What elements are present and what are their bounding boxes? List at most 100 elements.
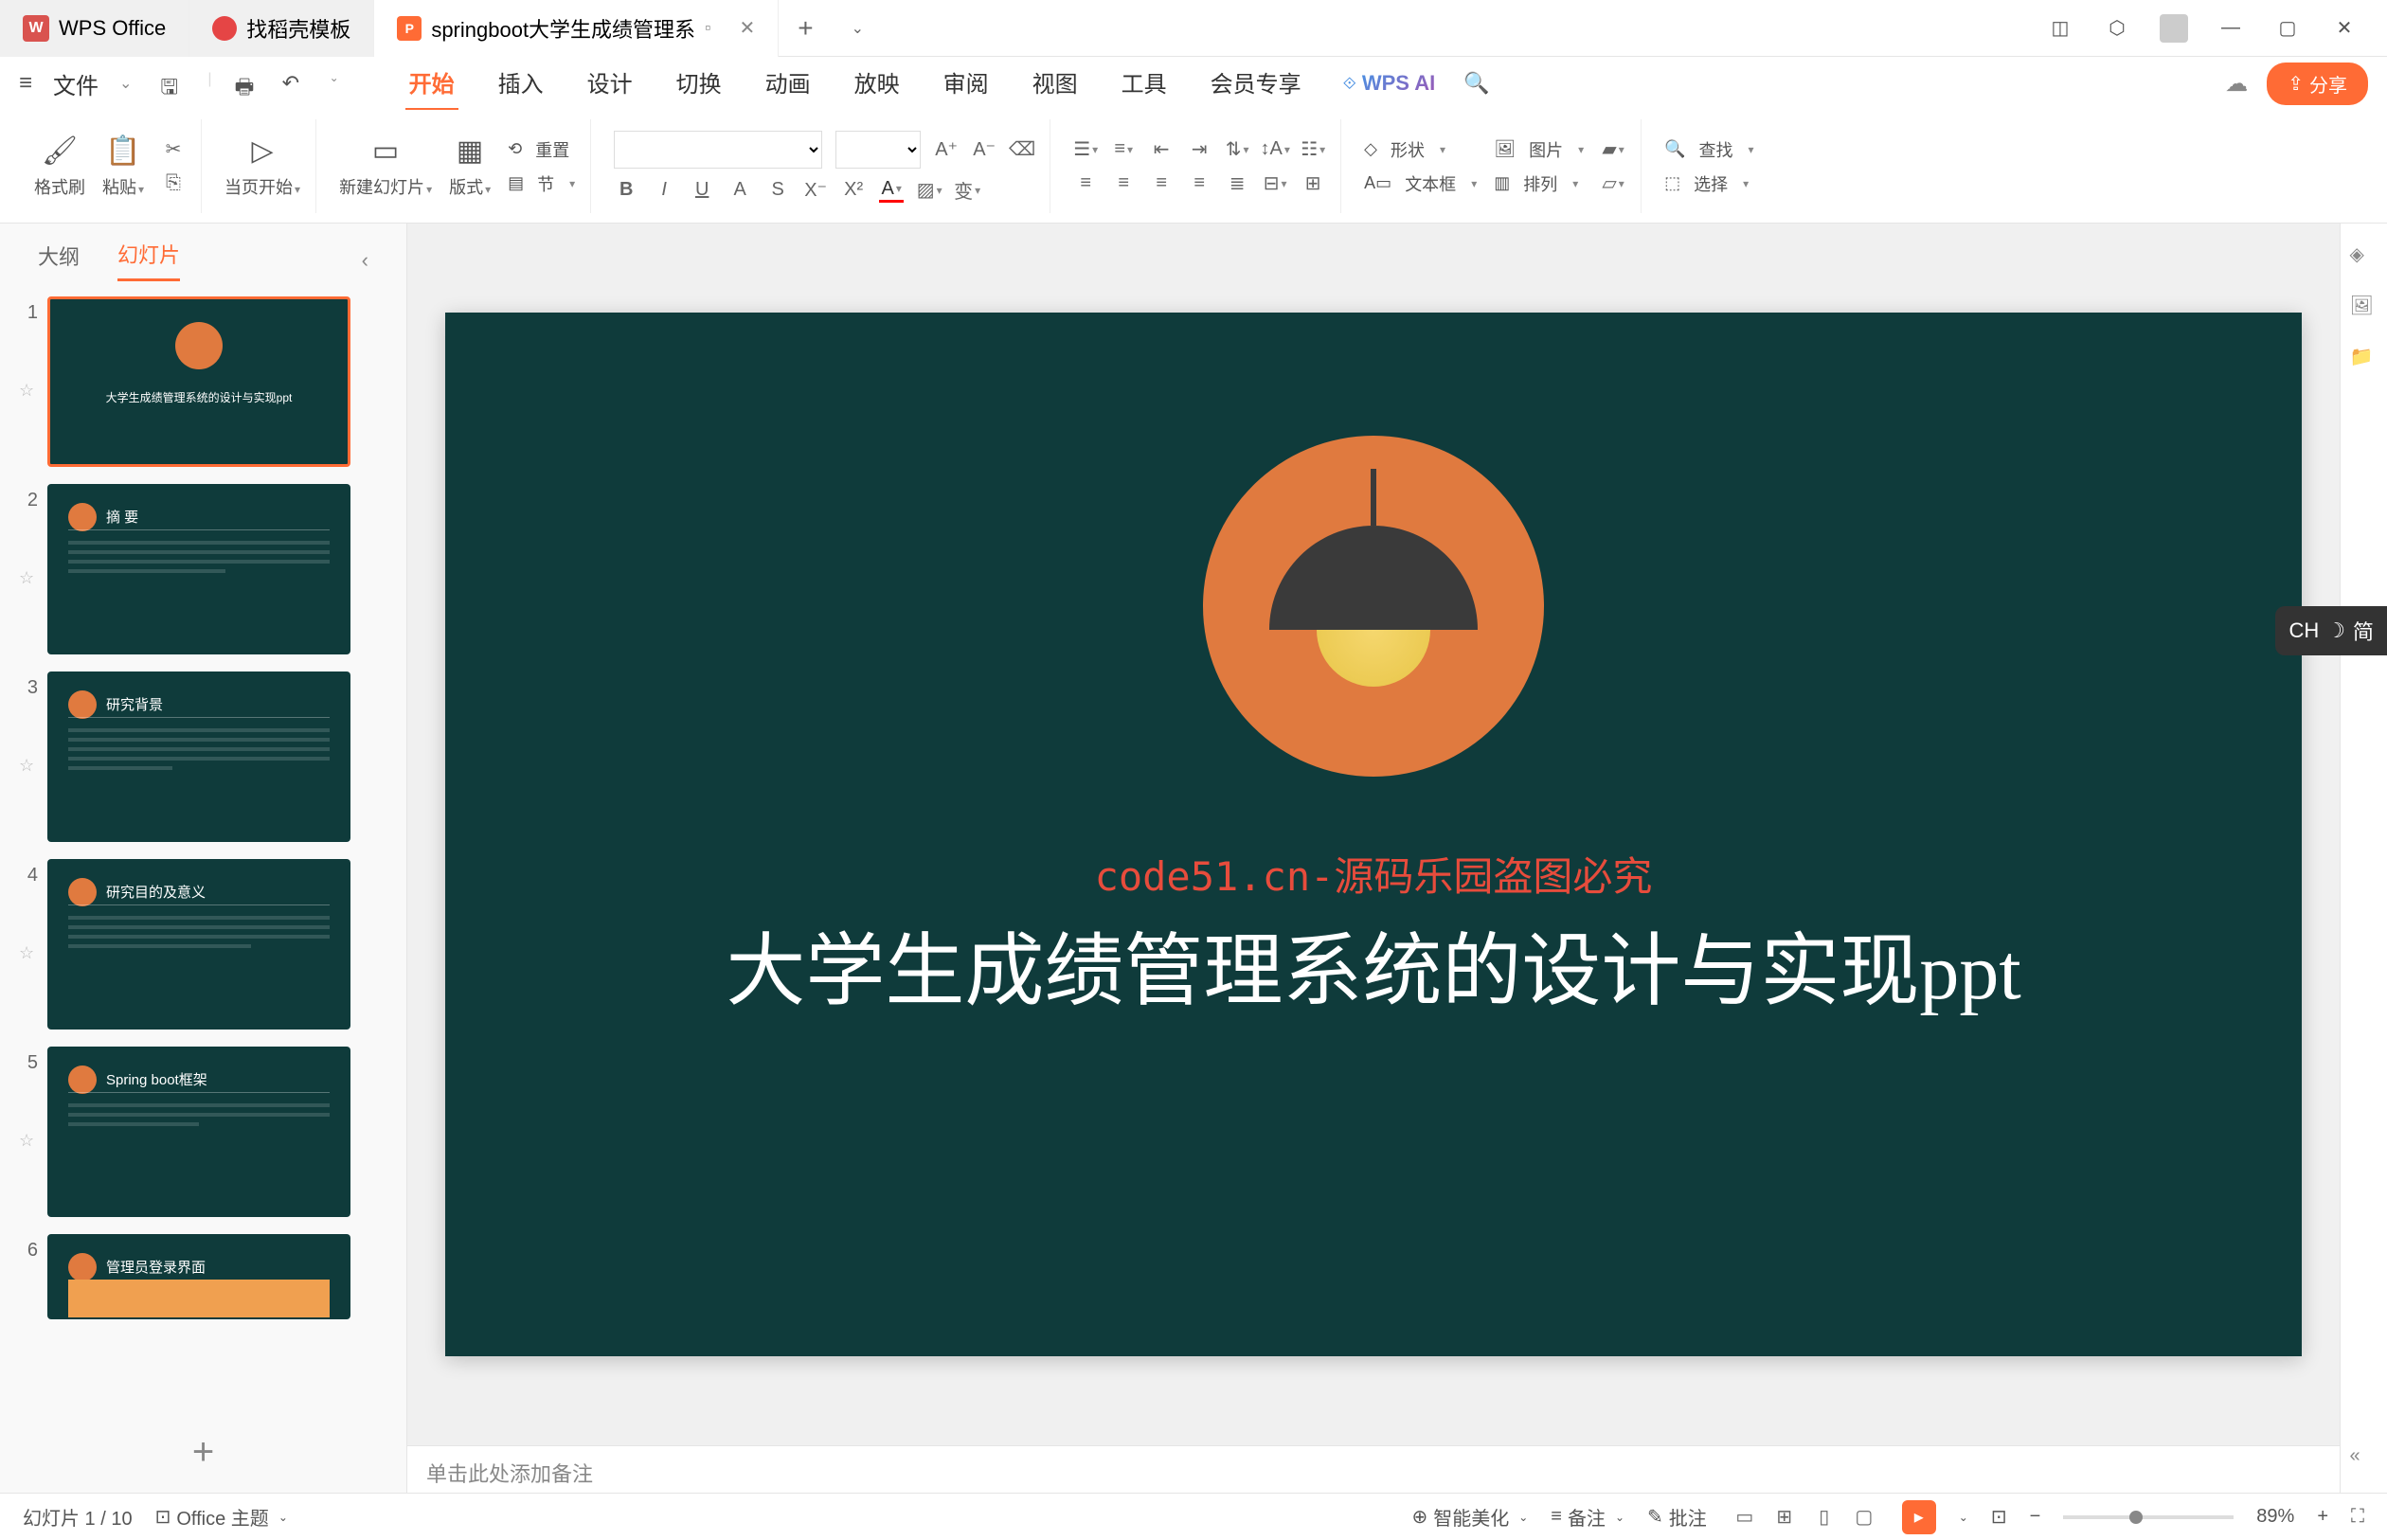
font-color-icon[interactable]: A — [879, 178, 904, 203]
tab-start[interactable]: 开始 — [405, 56, 458, 111]
reading-view-icon[interactable]: ▯ — [1809, 1502, 1840, 1532]
slide-canvas[interactable]: code51.cn-源码乐园盗图必究 大学生成绩管理系统的设计与实现ppt — [407, 224, 2340, 1445]
select-button[interactable]: ⬚选择 — [1664, 171, 1753, 196]
close-window-button[interactable]: ✕ — [2330, 14, 2359, 43]
textbox-button[interactable]: A▭文本框 — [1364, 171, 1477, 196]
print-icon[interactable]: 🖶 — [235, 71, 260, 96]
strike-icon[interactable]: S — [765, 178, 790, 203]
font-family-select[interactable] — [614, 131, 822, 169]
decrease-font-icon[interactable]: A⁻ — [972, 137, 996, 162]
superscript-icon[interactable]: X⁻ — [803, 178, 828, 203]
star-icon[interactable]: ☆ — [19, 568, 38, 588]
thumbnail-slide-4[interactable]: 研究目的及意义 — [47, 859, 350, 1030]
tab-animation[interactable]: 动画 — [762, 56, 815, 111]
increase-font-icon[interactable]: A⁺ — [934, 137, 959, 162]
star-icon[interactable]: ☆ — [19, 943, 38, 963]
reset-button[interactable]: ⟲重置 — [508, 137, 575, 162]
slide-title-text[interactable]: 大学生成绩管理系统的设计与实现ppt — [445, 907, 2302, 1022]
fit-screen-icon[interactable]: ⛶ — [2351, 1506, 2364, 1528]
expand-tool-icon[interactable]: « — [2350, 1445, 2378, 1474]
outline-tab[interactable]: 大纲 — [38, 241, 80, 280]
clear-format-icon[interactable]: ⌫ — [1010, 137, 1034, 162]
zoom-out-button[interactable]: − — [2030, 1506, 2041, 1528]
zoom-in-button[interactable]: + — [2317, 1506, 2328, 1528]
multiwin-icon[interactable]: ◫ — [2046, 14, 2074, 43]
star-icon[interactable]: ☆ — [19, 381, 38, 401]
tab-review[interactable]: 审阅 — [940, 56, 993, 111]
increase-indent-icon[interactable]: ⇥ — [1187, 137, 1211, 162]
theme-button[interactable]: ⊡Office 主题⌄ — [155, 1503, 288, 1531]
star-icon[interactable]: ☆ — [19, 1131, 38, 1151]
shape-fill-icon[interactable]: ▰ — [1601, 137, 1625, 162]
share-button[interactable]: ⇪ 分享 — [2267, 63, 2368, 105]
find-button[interactable]: 🔍查找 — [1664, 137, 1753, 162]
current-slide[interactable]: code51.cn-源码乐园盗图必究 大学生成绩管理系统的设计与实现ppt — [445, 313, 2302, 1357]
paste-button[interactable]: 📋 粘贴 — [102, 134, 144, 199]
diamond-tool-icon[interactable]: ◈ — [2350, 242, 2378, 271]
decrease-indent-icon[interactable]: ⇤ — [1149, 137, 1174, 162]
add-tab-button[interactable]: + — [779, 13, 832, 44]
add-slide-button[interactable]: + — [0, 1412, 406, 1493]
slideshow-play-button[interactable]: ▸ — [1902, 1500, 1936, 1534]
tab-tools[interactable]: 工具 — [1118, 56, 1171, 111]
format-brush-button[interactable]: 🖌 格式刷 — [34, 134, 85, 199]
line-spacing-icon[interactable]: ⇅ — [1225, 137, 1249, 162]
underline-icon[interactable]: U — [690, 178, 714, 203]
tab-insert[interactable]: 插入 — [494, 56, 547, 111]
align-right-icon[interactable]: ≡ — [1149, 171, 1174, 196]
beautify-button[interactable]: ⊕智能美化⌄ — [1411, 1503, 1528, 1531]
notes-toggle[interactable]: ≡备注⌄ — [1551, 1503, 1624, 1531]
thumbnail-slide-1[interactable]: 大学生成绩管理系统的设计与实现ppt — [47, 296, 350, 467]
file-menu[interactable]: 文件 — [42, 67, 110, 100]
copy-icon[interactable]: ⎘ — [161, 171, 186, 196]
justify-icon[interactable]: ≡ — [1187, 171, 1211, 196]
normal-view-icon[interactable]: ▭ — [1730, 1502, 1760, 1532]
align-center-icon[interactable]: ≡ — [1111, 171, 1136, 196]
tab-design[interactable]: 设计 — [583, 56, 637, 111]
align-left-icon[interactable]: ≡ — [1073, 171, 1098, 196]
convert-smartart-icon[interactable]: ⊞ — [1301, 171, 1325, 196]
distribute-icon[interactable]: ≣ — [1225, 171, 1249, 196]
tab-view[interactable]: 视图 — [1029, 56, 1082, 111]
subscript-icon[interactable]: X² — [841, 178, 866, 203]
tab-wps-office[interactable]: W WPS Office — [0, 0, 189, 57]
tab-slideshow[interactable]: 放映 — [851, 56, 904, 111]
picture-button[interactable]: 🖼图片 — [1494, 137, 1584, 162]
cut-icon[interactable]: ✂ — [161, 137, 186, 162]
shape-outline-icon[interactable]: ▱ — [1601, 171, 1625, 196]
layout-button[interactable]: ▦ 版式 — [449, 134, 491, 199]
arrange-button[interactable]: ▥排列 — [1494, 171, 1584, 196]
tab-transition[interactable]: 切换 — [673, 56, 726, 111]
avatar-icon[interactable] — [2160, 14, 2188, 43]
numbering-icon[interactable]: ≡ — [1111, 137, 1136, 162]
change-case-icon[interactable]: 变 — [955, 178, 979, 203]
tab-document[interactable]: P springboot大学生成绩管理系 ▫ ✕ — [374, 0, 779, 57]
zoom-level[interactable]: 89% — [2256, 1506, 2294, 1528]
close-tab-icon[interactable]: ✕ — [739, 16, 755, 40]
star-icon[interactable]: ☆ — [19, 756, 38, 776]
align-vertical-icon[interactable]: ⊟ — [1263, 171, 1287, 196]
comments-toggle[interactable]: ✎批注 — [1647, 1503, 1707, 1531]
notes-input[interactable]: 单击此处添加备注 — [407, 1445, 2340, 1493]
wps-ai-button[interactable]: ⟐ WPS AI — [1343, 71, 1436, 96]
font-size-select[interactable] — [835, 131, 921, 169]
start-from-current-button[interactable]: ▷ 当页开始 — [224, 134, 300, 199]
highlight-icon[interactable]: ▨ — [917, 178, 942, 203]
undo-icon[interactable]: ↶ — [282, 71, 307, 96]
settings-icon[interactable]: ⊡ — [1991, 1505, 2007, 1529]
text-direction-icon[interactable]: ↕A — [1263, 137, 1287, 162]
minimize-button[interactable]: — — [2216, 14, 2245, 43]
zoom-handle[interactable] — [2129, 1511, 2143, 1524]
italic-icon[interactable]: I — [652, 178, 676, 203]
thumbnail-slide-3[interactable]: 研究背景 — [47, 672, 350, 842]
thumbnail-slide-6[interactable]: 管理员登录界面 — [47, 1234, 350, 1319]
image-tool-icon[interactable]: 🖼 — [2350, 294, 2378, 322]
tab-dropdown[interactable]: ⌄ — [833, 19, 883, 38]
collapse-panel-icon[interactable]: ‹ — [362, 248, 368, 273]
shadow-icon[interactable]: A — [727, 178, 752, 203]
bold-icon[interactable]: B — [614, 178, 638, 203]
hamburger-icon[interactable]: ≡ — [19, 70, 32, 97]
search-icon[interactable]: 🔍 — [1463, 71, 1489, 96]
folder-tool-icon[interactable]: 📁 — [2350, 345, 2378, 373]
columns-icon[interactable]: ☷ — [1301, 137, 1325, 162]
